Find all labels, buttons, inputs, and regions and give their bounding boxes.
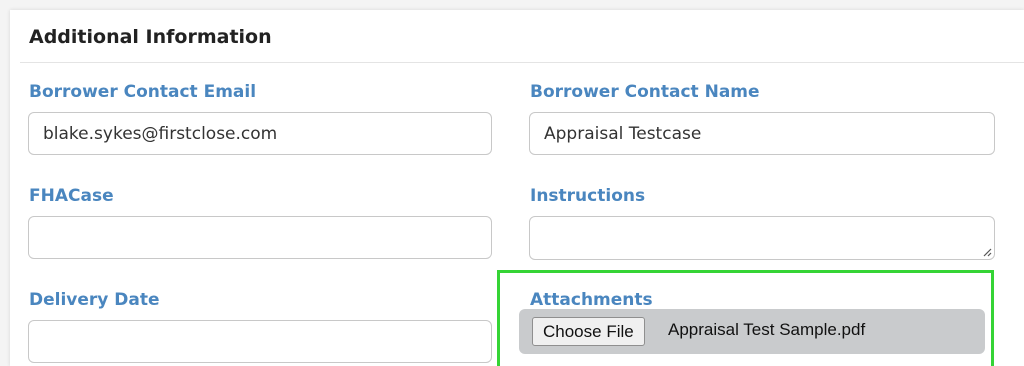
- fha-case-input[interactable]: [28, 216, 492, 259]
- section-divider: [20, 62, 1024, 63]
- section-title: Additional Information: [29, 26, 272, 48]
- borrower-contact-email-input[interactable]: [28, 112, 492, 155]
- instructions-textarea-wrap: [529, 216, 995, 260]
- delivery-date-label: Delivery Date: [29, 290, 160, 310]
- attachments-file-input[interactable]: Choose File Appraisal Test Sample.pdf: [519, 309, 985, 354]
- selected-file-name: Appraisal Test Sample.pdf: [668, 320, 866, 339]
- choose-file-button[interactable]: Choose File: [532, 317, 645, 346]
- borrower-contact-name-input[interactable]: [529, 112, 995, 155]
- borrower-contact-name-label: Borrower Contact Name: [530, 82, 760, 102]
- delivery-date-input[interactable]: [28, 320, 492, 363]
- borrower-contact-email-label: Borrower Contact Email: [29, 82, 257, 102]
- instructions-textarea[interactable]: [529, 216, 995, 260]
- resize-grip-icon[interactable]: [983, 248, 992, 257]
- fha-case-label: FHACase: [29, 186, 114, 206]
- instructions-label: Instructions: [530, 186, 646, 206]
